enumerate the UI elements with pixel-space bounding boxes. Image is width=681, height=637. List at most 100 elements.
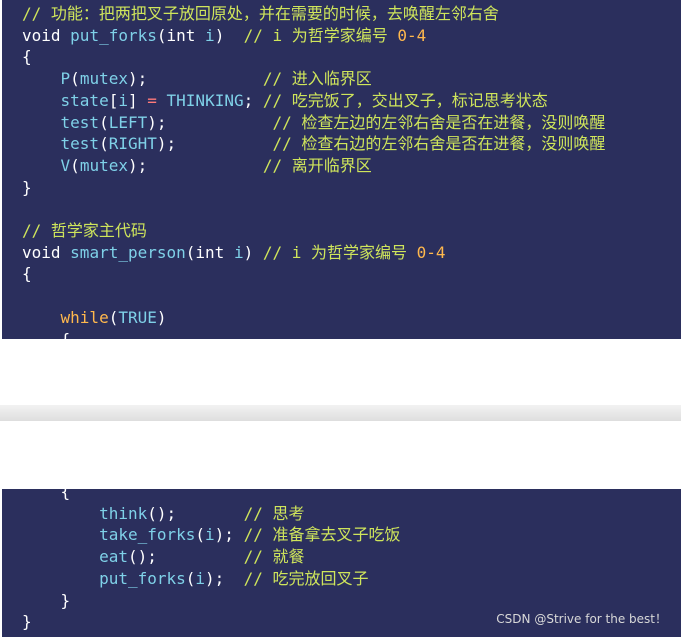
code-token-cmt: // 检查左边的左邻右舍是否在进餐，没则唤醒	[272, 112, 606, 132]
code-token-param: LEFT	[108, 112, 148, 132]
code-token-kw: );	[205, 568, 244, 588]
code-line: }	[22, 611, 32, 632]
code-token-kw: {	[22, 47, 32, 67]
code-block-bottom: } } put_forks(i); // 吃完放回叉子 eat(); // 就餐…	[2, 489, 681, 637]
code-token-param: TRUE	[118, 307, 157, 327]
code-token-cmt: // 检查右边的左邻右舍是否在进餐，没则唤醒	[272, 134, 606, 154]
code-line: while(TRUE)	[22, 307, 167, 328]
code-line: think(); // 思考	[22, 503, 304, 524]
code-line: // 哲学家主代码	[22, 220, 147, 241]
code-token-kw: (int	[185, 242, 234, 262]
code-token-cmt: // i 为哲学家编号	[262, 242, 417, 262]
code-token-fn: smart_person	[70, 242, 186, 262]
code-token-param: mutex	[79, 155, 128, 175]
code-token-kw: )	[243, 242, 263, 262]
code-token-cmt: // 准备拿去叉子吃饭	[243, 525, 401, 545]
code-line: test(LEFT); // 检查左边的左邻右舍是否在进餐，没则唤醒	[22, 112, 606, 133]
code-token-fn: P	[60, 69, 71, 89]
code-token-kw: );	[147, 112, 273, 132]
code-token-param: THINKING	[166, 90, 244, 110]
code-token-kw: ();	[127, 547, 244, 567]
code-token-kw: )	[214, 25, 244, 45]
code-token-cmt: // 吃完饭了，交出叉子，标记思考状态	[262, 90, 548, 110]
code-token-param: i	[118, 90, 128, 110]
code-token-kw: (	[108, 307, 119, 327]
code-block-top: { while(TRUE){void smart_person(int i) /…	[2, 0, 681, 339]
code-token-fn: V	[60, 155, 71, 175]
code-token-fn: eat	[99, 547, 128, 567]
code-token-kw: }	[22, 590, 71, 610]
code-token-kw	[22, 525, 99, 544]
code-token-kw: (	[195, 525, 206, 545]
code-token-param: i	[205, 525, 215, 545]
code-token-cmt: // 吃完放回叉子	[243, 568, 369, 588]
code-line: }	[22, 177, 32, 198]
code-token-kw	[22, 156, 61, 175]
code-token-fn: put_forks	[99, 568, 186, 588]
code-token-kw: ]	[127, 90, 148, 110]
code-line: state[i] = THINKING; // 吃完饭了，交出叉子，标记思考状态	[22, 90, 548, 111]
code-token-cmt: // 离开临界区	[262, 155, 372, 175]
code-token-kw: {	[22, 489, 71, 501]
code-token-kw	[22, 91, 61, 110]
code-token-op: =	[147, 90, 157, 110]
code-line: }	[22, 590, 71, 611]
code-token-num: 0-4	[416, 242, 446, 262]
code-token-kw	[22, 308, 61, 327]
code-line: V(mutex); // 离开临界区	[22, 155, 372, 176]
code-token-kw	[22, 134, 61, 153]
code-token-kw: );	[127, 155, 263, 175]
code-line: {	[22, 263, 32, 284]
code-token-fn: think	[99, 503, 148, 523]
code-line: void put_forks(int i) // i 为哲学家编号 0-4	[22, 25, 426, 46]
code-token-kw: )	[156, 307, 167, 327]
code-token-kw: (	[70, 69, 80, 89]
code-line: {	[22, 489, 71, 502]
code-line: put_forks(i); // 吃完放回叉子	[22, 568, 368, 589]
code-token-param: mutex	[79, 69, 128, 89]
code-token-kw: (	[70, 155, 80, 175]
code-token-cmt: // 哲学家主代码	[22, 221, 147, 240]
code-token-param: i	[195, 568, 206, 588]
code-token-kw: ();	[147, 503, 244, 523]
code-line: take_forks(i); // 准备拿去叉子吃饭	[22, 524, 400, 545]
code-token-kw	[22, 569, 99, 588]
csdn-watermark: CSDN @Strive for the best！	[496, 612, 667, 626]
code-token-fn: test	[60, 134, 100, 154]
code-token-while: while	[60, 307, 109, 327]
code-token-kw: void	[22, 242, 71, 262]
code-token-fn: take_forks	[99, 525, 196, 545]
code-token-kw: );	[127, 69, 263, 89]
code-line: test(RIGHT); // 检查右边的左邻右舍是否在进餐，没则唤醒	[22, 133, 606, 154]
code-token-kw	[22, 69, 61, 88]
code-token-param: i	[205, 25, 215, 45]
code-line: {	[22, 329, 71, 340]
code-line: eat(); // 就餐	[22, 546, 304, 567]
code-token-num: 0-4	[397, 25, 427, 45]
code-token-kw: (	[185, 568, 196, 588]
code-token-kw: (int	[156, 25, 206, 45]
code-token-kw: (	[99, 112, 109, 132]
code-token-kw	[157, 91, 167, 110]
code-token-kw: );	[214, 525, 244, 545]
code-token-kw: ;	[243, 90, 263, 110]
code-token-fn: test	[60, 112, 100, 132]
code-token-kw: }	[22, 612, 32, 632]
code-token-kw: {	[22, 329, 71, 340]
code-token-cmt: // 功能：把两把叉子放回原处，并在需要的时候，去唤醒左邻右舍	[22, 4, 499, 23]
code-line: // 功能：把两把叉子放回原处，并在需要的时候，去唤醒左邻右舍	[22, 3, 499, 24]
code-line: P(mutex); // 进入临界区	[22, 68, 372, 89]
code-token-cmt: // 就餐	[243, 547, 305, 567]
code-token-kw: {	[22, 264, 32, 284]
code-token-fn: put_forks	[70, 25, 157, 45]
code-token-kw	[22, 113, 61, 132]
page-gap-divider	[0, 405, 681, 421]
code-token-kw	[22, 504, 99, 523]
code-token-param: RIGHT	[108, 134, 157, 154]
code-token-kw: [	[108, 90, 119, 110]
code-token-kw: void	[22, 25, 71, 45]
code-token-kw: );	[156, 134, 273, 154]
code-line: void smart_person(int i) // i 为哲学家编号 0-4	[22, 242, 446, 263]
code-token-cmt: // 思考	[243, 503, 305, 523]
code-token-kw: (	[99, 134, 109, 154]
